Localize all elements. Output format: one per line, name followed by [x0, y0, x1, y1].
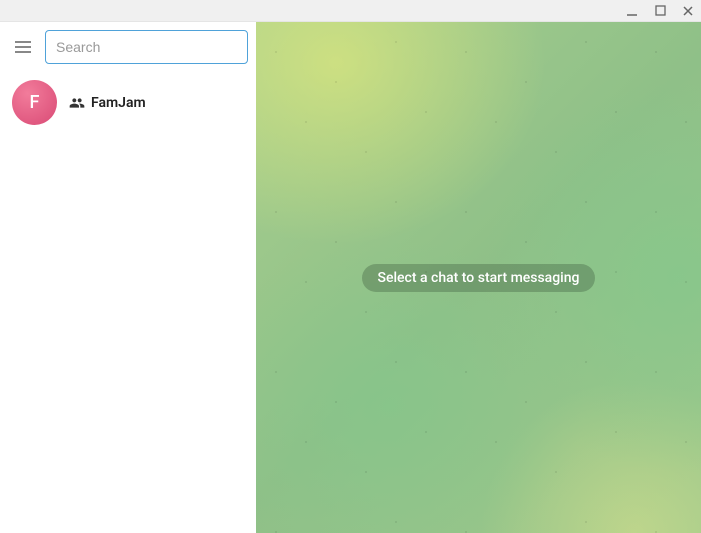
chat-list: F FamJam [0, 72, 256, 533]
empty-state-message: Select a chat to start messaging [362, 264, 596, 292]
chat-info: FamJam [69, 95, 146, 111]
avatar: F [12, 80, 57, 125]
close-button[interactable] [681, 4, 695, 18]
chat-name: FamJam [91, 95, 146, 111]
chat-area: Select a chat to start messaging [256, 22, 701, 533]
group-icon [69, 95, 85, 111]
minimize-icon [626, 5, 638, 17]
close-icon [682, 5, 694, 17]
hamburger-icon [13, 37, 33, 57]
window-titlebar [0, 0, 701, 22]
app-container: F FamJam Select a chat to start messagin… [0, 22, 701, 533]
menu-button[interactable] [10, 33, 35, 61]
search-input[interactable] [45, 30, 248, 64]
sidebar-header [0, 22, 256, 72]
chat-list-item[interactable]: F FamJam [0, 72, 256, 133]
minimize-button[interactable] [625, 4, 639, 18]
sidebar: F FamJam [0, 22, 256, 533]
maximize-button[interactable] [653, 4, 667, 18]
maximize-icon [655, 5, 666, 16]
